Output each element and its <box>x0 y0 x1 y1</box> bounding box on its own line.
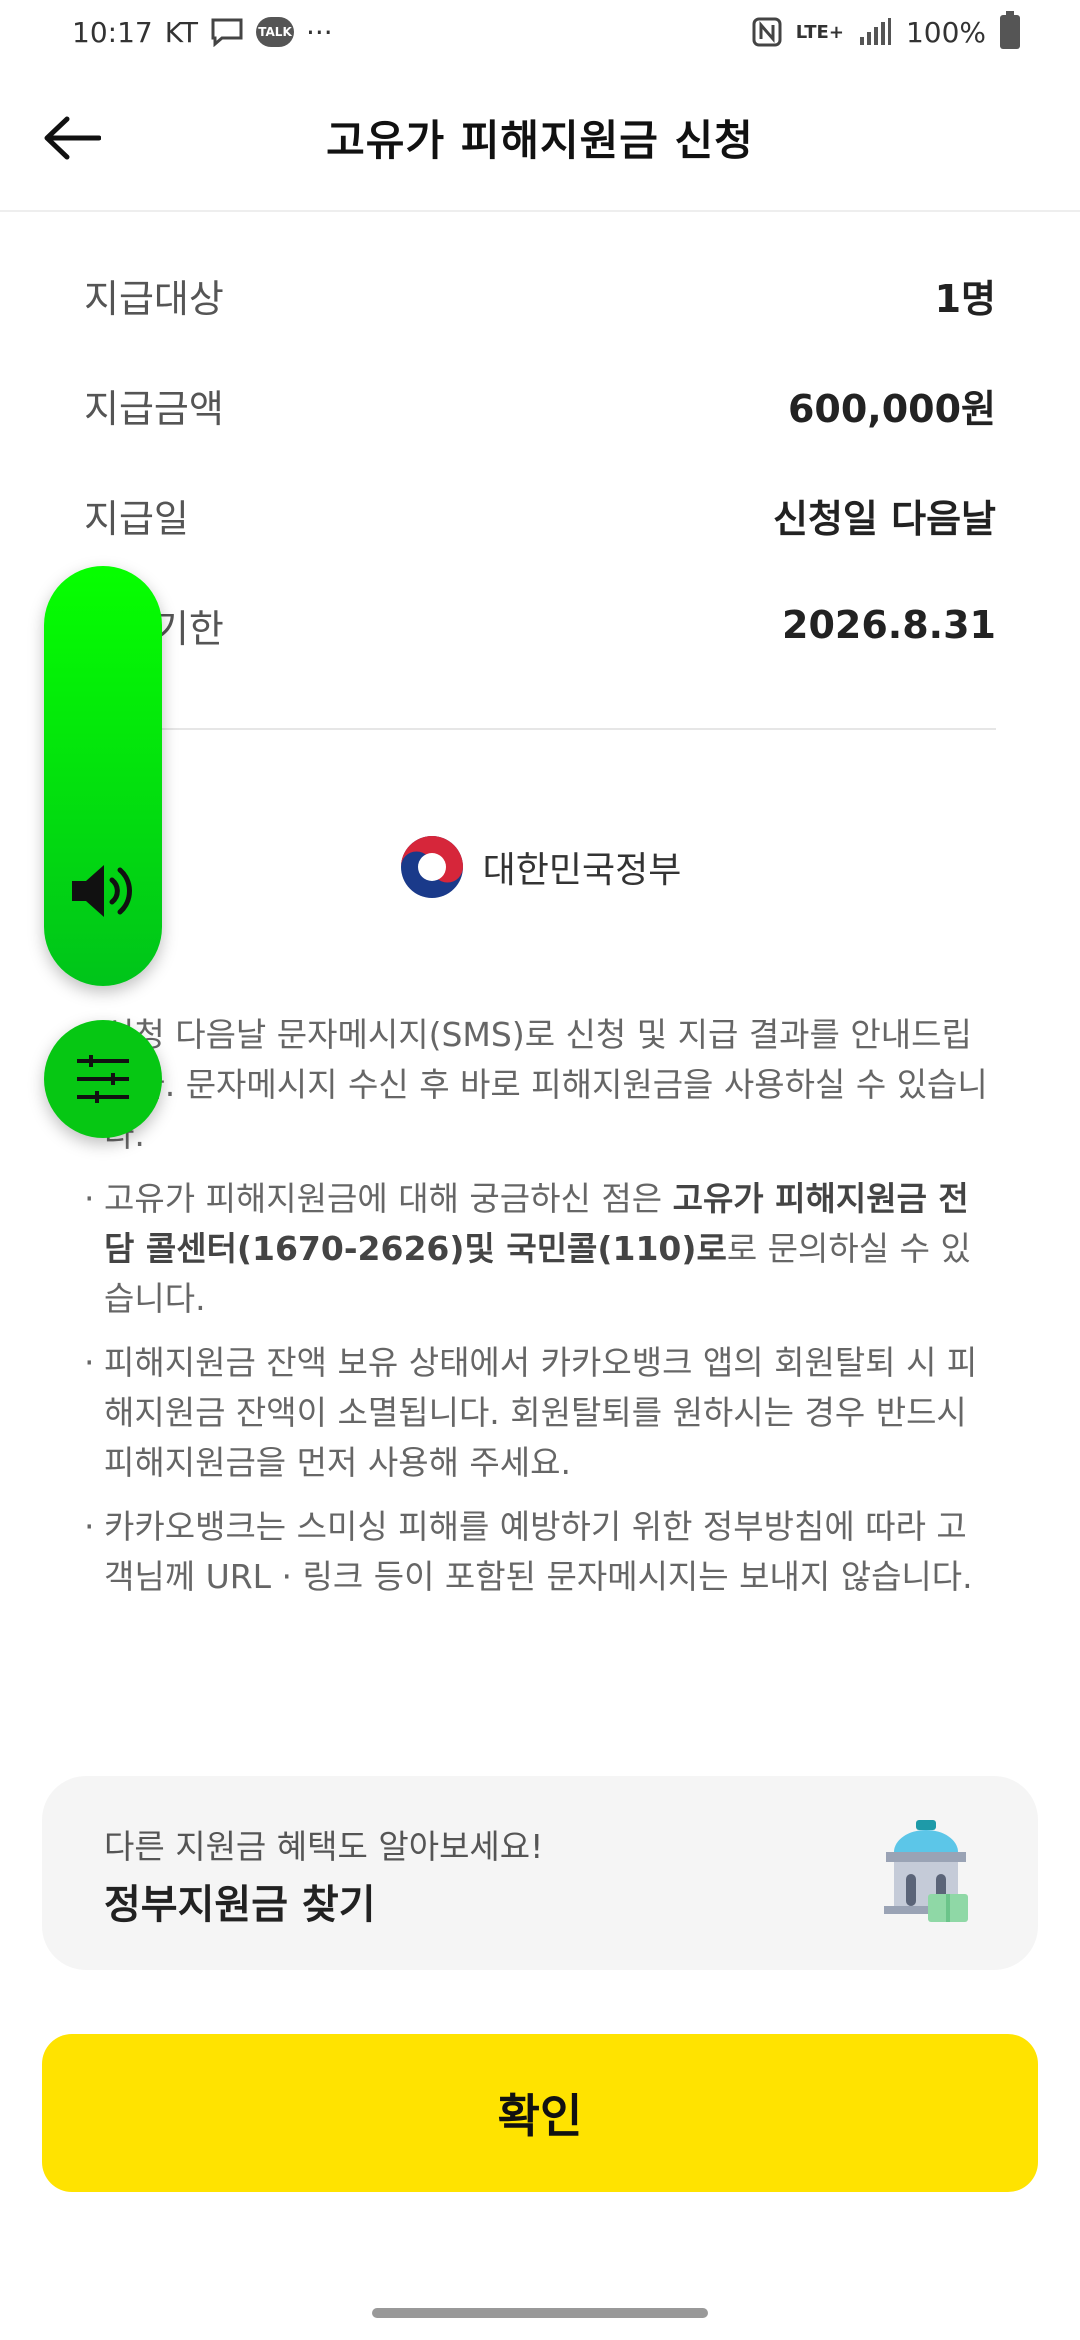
government-building-icon <box>884 1820 968 1922</box>
government-logo: 대한민국정부 <box>0 834 1080 900</box>
info-row-amount: 지급금액 600,000원 <box>84 350 996 460</box>
status-carrier: KT <box>164 15 198 49</box>
status-bar: 10:17 KT TALK ··· LTE+ 100% <box>0 0 1080 64</box>
sliders-icon <box>77 1055 129 1103</box>
status-time: 10:17 <box>72 15 153 49</box>
arrow-left-icon <box>44 116 101 160</box>
notice-bullet: · <box>84 1179 95 1218</box>
info-value: 1명 <box>934 276 996 321</box>
find-government-subsidy-card[interactable]: 다른 지원금 혜택도 알아보세요! 정부지원금 찾기 <box>42 1776 1038 1970</box>
section-divider <box>84 728 996 730</box>
notice-bullet: · <box>84 1507 95 1546</box>
floating-volume-widget[interactable] <box>44 566 162 986</box>
battery-percent: 100% <box>905 15 986 49</box>
speaker-icon <box>72 865 132 917</box>
info-value: 신청일 다음날 <box>773 496 996 541</box>
status-left: 10:17 KT TALK ··· <box>72 16 333 49</box>
notice-text: 고유가 피해지원금에 대해 궁금하신 점은 <box>104 1179 673 1218</box>
info-row-payment-date: 지급일 신청일 다음날 <box>84 460 996 570</box>
notice-item: · 카카오뱅크는 스미싱 피해를 예방하기 위한 정부방침에 따라 고객님께 U… <box>84 1502 996 1602</box>
info-row-expiry: 사용기한 2026.8.31 <box>84 570 996 680</box>
home-indicator[interactable] <box>372 2308 708 2318</box>
floating-settings-widget[interactable] <box>44 1020 162 1138</box>
info-row-recipient: 지급대상 1명 <box>84 240 996 350</box>
battery-icon <box>1000 11 1020 49</box>
kakaotalk-icon: TALK <box>256 17 294 47</box>
notice-text: 피해지원금 잔액 보유 상태에서 카카오뱅크 앱의 회원탈퇴 시 피해지원금 잔… <box>104 1343 978 1482</box>
info-value: 600,000원 <box>787 386 996 431</box>
nfc-icon <box>752 17 782 47</box>
info-label: 지급일 <box>84 496 189 541</box>
confirm-button[interactable]: 확인 <box>42 2034 1038 2192</box>
promo-title: 정부지원금 찾기 <box>104 1882 376 1928</box>
back-button[interactable] <box>42 108 102 168</box>
promo-subtitle: 다른 지원금 혜택도 알아보세요! <box>104 1827 544 1866</box>
notice-text: 카카오뱅크는 스미싱 피해를 예방하기 위한 정부방침에 따라 고객님께 URL… <box>104 1507 973 1596</box>
signal-icon <box>858 17 892 47</box>
notice-text: 신청 다음날 문자메시지(SMS)로 신청 및 지급 결과를 안내드립니다. 문… <box>104 1015 988 1154</box>
notice-bullet: · <box>84 1343 95 1382</box>
status-right: LTE+ 100% <box>752 11 1020 49</box>
status-more: ··· <box>306 15 333 49</box>
notice-list: 신청 다음날 문자메시지(SMS)로 신청 및 지급 결과를 안내드립니다. 문… <box>84 1010 996 1616</box>
network-type: LTE+ <box>795 21 844 43</box>
notice-item: · 고유가 피해지원금에 대해 궁금하신 점은 고유가 피해지원금 전담 콜센터… <box>84 1174 996 1324</box>
message-icon <box>210 17 244 47</box>
info-label: 지급금액 <box>84 386 224 431</box>
government-logo-text: 대한민국정부 <box>482 850 682 891</box>
info-label: 지급대상 <box>84 276 224 321</box>
app-header: 고유가 피해지원금 신청 <box>0 64 1080 212</box>
notice-item: · 피해지원금 잔액 보유 상태에서 카카오뱅크 앱의 회원탈퇴 시 피해지원금… <box>84 1338 996 1488</box>
payment-info-list: 지급대상 1명 지급금액 600,000원 지급일 신청일 다음날 사용기한 2… <box>84 240 996 680</box>
page-title: 고유가 피해지원금 신청 <box>326 115 754 165</box>
taegeuk-emblem-icon <box>400 836 463 898</box>
notice-item: 신청 다음날 문자메시지(SMS)로 신청 및 지급 결과를 안내드립니다. 문… <box>84 1010 996 1160</box>
info-value: 2026.8.31 <box>782 603 996 647</box>
